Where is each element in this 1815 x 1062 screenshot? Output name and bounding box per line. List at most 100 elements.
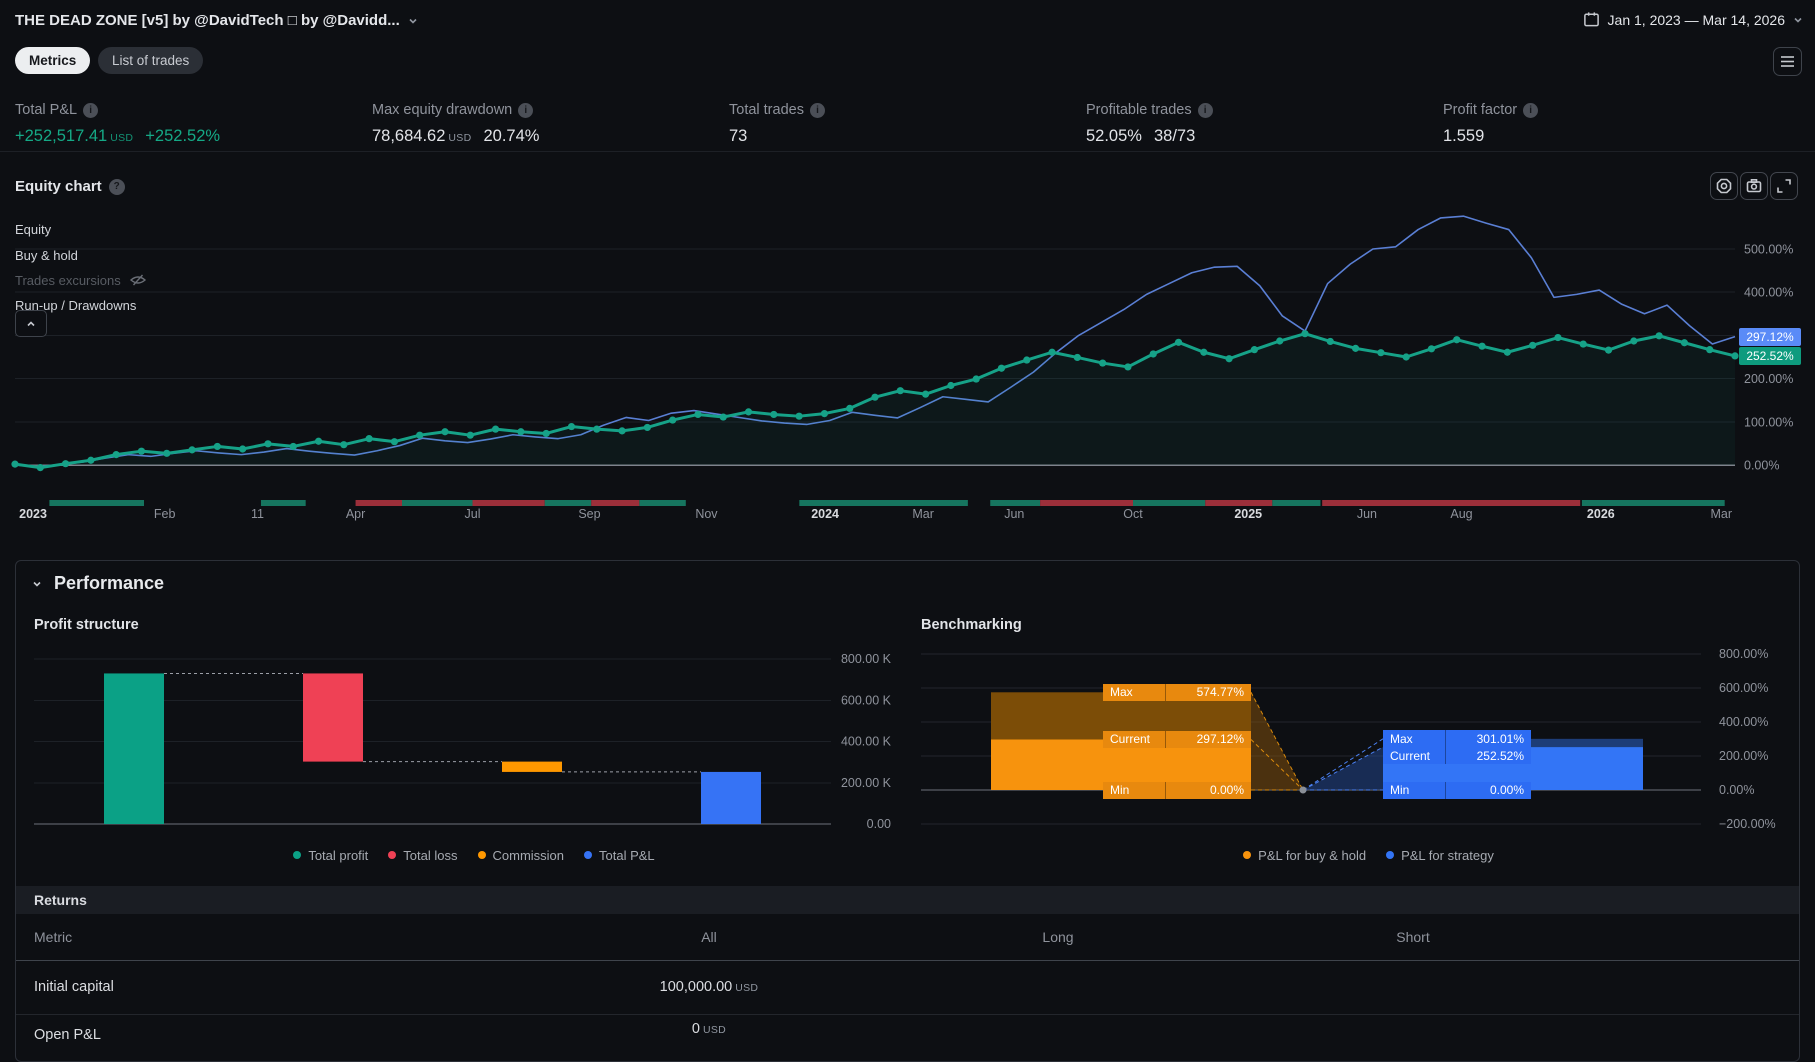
metric-unit: USD <box>448 132 472 144</box>
legend-label: Total P&L <box>599 847 655 863</box>
legend-label: Total profit <box>308 847 369 863</box>
col-short: Short <box>1396 929 1430 945</box>
badge-label: Min <box>1110 783 1130 797</box>
badge-buyhold-min: Min 0.00% <box>1103 781 1251 799</box>
info-icon[interactable]: i <box>83 102 99 118</box>
x-axis-label: 11 <box>251 507 265 521</box>
badge-label: Current <box>1110 732 1151 747</box>
metric-label: Total trades <box>729 102 804 118</box>
badge-label: Min <box>1390 783 1410 797</box>
performance-header[interactable]: Performance <box>32 573 164 594</box>
metric-extra: +252.52% <box>145 127 221 145</box>
trade-duration-bar-win <box>544 500 592 506</box>
metric-label: Max equity drawdown <box>372 102 513 118</box>
equity-marker <box>947 381 955 390</box>
metric-unit: USD <box>110 132 134 144</box>
trade-duration-bar-win <box>799 500 968 506</box>
equity-marker <box>390 438 399 446</box>
y-axis-label: 100.00% <box>1744 415 1793 429</box>
equity-marker <box>11 460 19 468</box>
row-value-all: 0 USD <box>691 1021 727 1038</box>
badge-label: Max <box>1390 731 1413 746</box>
equity-marker <box>1427 345 1436 353</box>
equity-marker <box>416 431 424 439</box>
metric-label: Total P&L <box>15 102 78 118</box>
equity-marker <box>1326 337 1334 346</box>
calendar-icon <box>1583 12 1599 27</box>
equity-marker <box>1579 340 1587 348</box>
legend-item[interactable]: Total loss <box>388 848 458 863</box>
equity-marker <box>846 404 854 413</box>
col-long: Long <box>1042 929 1074 945</box>
metric-value: 73 <box>729 127 748 145</box>
equity-marker <box>1073 353 1081 362</box>
info-icon[interactable]: i <box>1197 102 1213 118</box>
legend-item[interactable]: Total profit <box>293 848 368 863</box>
equity-marker <box>314 437 323 445</box>
equity-marker <box>1706 346 1714 354</box>
benchmarking-chart[interactable]: 800.00% 600.00% 400.00% 200.00% 0.00% −200.00… <box>921 639 1799 839</box>
equity-marker <box>669 416 677 424</box>
x-axis-label: Aug <box>1450 507 1473 521</box>
y-axis-label: 500.00% <box>1744 243 1793 257</box>
profit-structure-chart[interactable]: 800.00 K 600.00 K 400.00 K 200.00 K 0.00 <box>34 639 914 839</box>
metric-total-trades: Total trades i 73 <box>729 100 1086 152</box>
strategy-title-dropdown[interactable]: THE DEAD ZONE [v5] by @DavidTech □ by @D… <box>15 12 418 29</box>
equity-marker <box>770 410 778 419</box>
equity-chart-plot[interactable]: 500.00% 400.00% 200.00% 100.00% 0.00% 2023 Feb… <box>0 170 1815 535</box>
info-icon[interactable]: i <box>809 102 825 118</box>
trade-duration-bar-win <box>990 500 1041 506</box>
badge-strategy-max: Max 301.01% <box>1383 730 1531 748</box>
legend-equity[interactable]: Equity <box>15 220 51 238</box>
equity-marker <box>1301 330 1309 338</box>
equity-marker <box>239 445 247 453</box>
info-icon[interactable]: i <box>518 102 534 118</box>
chevron-up-icon <box>27 320 35 326</box>
tab-metrics[interactable]: Metrics <box>15 47 91 74</box>
equity-marker <box>36 463 44 472</box>
row-value-all: 100,000.00 USD <box>659 979 759 995</box>
equity-marker <box>921 390 930 398</box>
equity-marker <box>1048 348 1056 356</box>
layout-rows-button[interactable] <box>1773 47 1802 76</box>
rows-icon <box>1781 56 1794 67</box>
trade-duration-bar-loss <box>1322 500 1581 506</box>
legend-item[interactable]: Total P&L <box>584 848 655 863</box>
trade-duration-bar-win <box>1133 500 1206 506</box>
info-icon[interactable]: i <box>1523 102 1539 118</box>
divider <box>0 151 1815 152</box>
collapse-chart-button[interactable] <box>15 310 47 337</box>
badge-buyhold-current: Current 297.12% <box>1103 730 1251 748</box>
x-axis-label: Jul <box>464 507 481 521</box>
equity-marker <box>491 425 500 433</box>
equity-marker <box>1023 356 1031 364</box>
badge-value: 297.12% <box>1165 730 1251 748</box>
equity-marker <box>112 451 120 459</box>
legend-label: P&L for buy & hold <box>1258 847 1367 863</box>
legend-dot <box>584 851 593 859</box>
eye-off-icon <box>129 274 146 286</box>
badge-value: 574.77% <box>1165 683 1251 701</box>
legend-trades-excursions[interactable]: Trades excursions <box>15 271 147 289</box>
legend-item[interactable]: P&L for strategy <box>1386 848 1494 863</box>
trade-duration-bar-win <box>639 500 686 506</box>
legend-item[interactable]: P&L for buy & hold <box>1243 848 1366 863</box>
legend-dot <box>477 851 486 859</box>
trade-duration-bar-loss <box>472 500 545 506</box>
chevron-down-icon <box>33 581 41 587</box>
tab-list-of-trades[interactable]: List of trades <box>98 47 204 74</box>
equity-marker <box>744 408 753 416</box>
equity-marker <box>137 447 146 455</box>
waterfall-bar-total-loss <box>303 673 363 762</box>
y-axis-label: 600.00% <box>1719 681 1768 695</box>
equity-marker <box>365 435 373 443</box>
metric-label: Profitable trades <box>1086 102 1192 118</box>
y-axis-label: 400.00% <box>1719 715 1768 729</box>
date-range-picker[interactable]: Jan 1, 2023 — Mar 14, 2026 <box>1583 11 1803 28</box>
legend-item[interactable]: Commission <box>477 848 564 863</box>
equity-marker <box>264 440 272 448</box>
metric-label: Profit factor <box>1443 102 1518 118</box>
legend-dot <box>293 851 302 859</box>
legend-buy-and-hold[interactable]: Buy & hold <box>15 246 78 264</box>
equity-chart-section: Equity chart ? Equity Buy & hold Trades … <box>0 170 1815 535</box>
